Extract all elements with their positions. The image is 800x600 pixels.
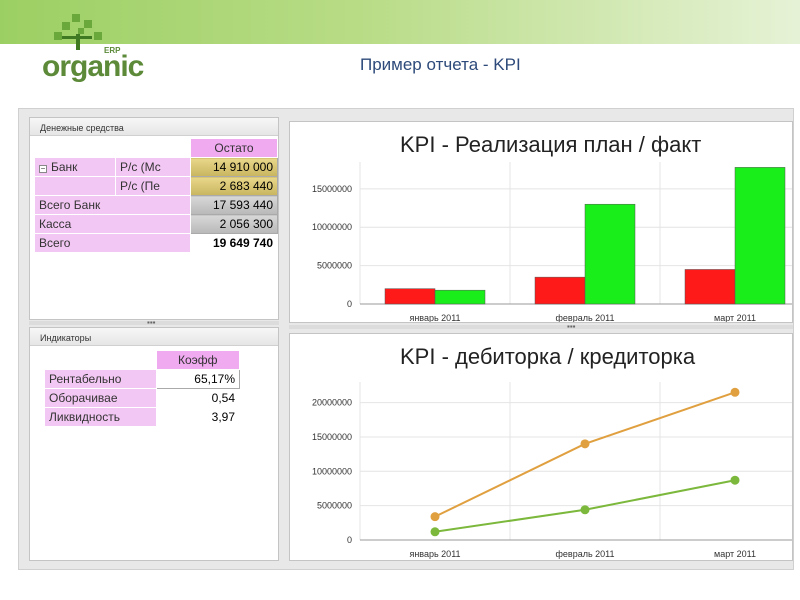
bar bbox=[734, 167, 786, 305]
column-header[interactable]: Коэфф bbox=[155, 350, 241, 370]
bar bbox=[684, 269, 736, 305]
row-label bbox=[34, 176, 116, 196]
table-row[interactable]: Р/с (Пе 2 683 440 bbox=[34, 176, 279, 196]
y-tick-label: 0 bbox=[347, 299, 352, 309]
data-point bbox=[580, 505, 590, 515]
bar bbox=[534, 276, 586, 305]
y-tick-label: 10000000 bbox=[312, 222, 352, 232]
sales-chart-panel: KPI - Реализация план / факт 0 5000000 100… bbox=[289, 121, 793, 323]
dashboard-workspace: Денежные средства Остато − Банк Р/с (Мс 1… bbox=[18, 108, 794, 570]
y-tick-label: 10000000 bbox=[312, 466, 352, 476]
row-sublabel: Р/с (Мс bbox=[115, 157, 191, 177]
y-tick-label: 20000000 bbox=[312, 398, 352, 408]
data-point bbox=[430, 527, 440, 537]
indicators-table: Коэфф Рентабельно 65,17% Оборачивае 0,54… bbox=[44, 350, 241, 427]
table-header-row: Остато bbox=[34, 138, 279, 158]
indicators-panel: Индикаторы Коэфф Рентабельно 65,17% Обор… bbox=[29, 327, 279, 561]
sales-chart: 0 5000000 10000000 15000000 январь 2011 февра… bbox=[312, 162, 792, 322]
y-tick-label: 15000000 bbox=[312, 432, 352, 442]
row-value: 2 683 440 bbox=[189, 176, 279, 196]
page-title: Пример отчета - KPI bbox=[360, 55, 521, 74]
table-row[interactable]: Оборачивае 0,54 bbox=[44, 388, 241, 408]
x-tick-label: февраль 2011 bbox=[556, 313, 615, 322]
tree-icon bbox=[54, 14, 102, 50]
y-tick-label: 5000000 bbox=[317, 261, 352, 271]
splitter-grip-left[interactable]: ▪▪▪ bbox=[147, 319, 156, 327]
table-row[interactable]: Касса 2 056 300 bbox=[34, 214, 279, 234]
y-tick-label: 5000000 bbox=[317, 501, 352, 511]
series-line bbox=[434, 391, 736, 518]
y-tick-label: 0 bbox=[347, 535, 352, 545]
table-header-row: Коэфф bbox=[44, 350, 241, 370]
row-value: 14 910 000 bbox=[189, 157, 279, 177]
data-point bbox=[730, 475, 740, 485]
logo-text: organic bbox=[42, 50, 144, 83]
cash-panel-title: Денежные средства bbox=[30, 118, 278, 136]
collapse-icon[interactable]: − bbox=[39, 165, 47, 173]
bar bbox=[384, 288, 436, 305]
x-tick-label: март 2011 bbox=[714, 549, 756, 559]
bar bbox=[584, 203, 636, 305]
row-value: 0,54 bbox=[155, 388, 241, 408]
x-tick-label: февраль 2011 bbox=[556, 549, 615, 559]
table-row[interactable]: − Банк Р/с (Мс 14 910 000 bbox=[34, 157, 279, 177]
splitter-grip-right[interactable]: ▪▪▪ bbox=[567, 323, 576, 331]
x-tick-label: январь 2011 bbox=[409, 549, 460, 559]
y-tick-label: 15000000 bbox=[312, 184, 352, 194]
table-row[interactable]: Рентабельно 65,17% bbox=[44, 369, 241, 389]
table-row[interactable]: Всего 19 649 740 bbox=[34, 233, 279, 253]
row-label: Касса bbox=[34, 214, 191, 234]
bar bbox=[434, 289, 486, 305]
table-row[interactable]: Ликвидность 3,97 bbox=[44, 407, 241, 427]
row-value: 65,17% bbox=[155, 369, 241, 389]
row-value: 17 593 440 bbox=[189, 195, 279, 215]
row-label: Ликвидность bbox=[44, 407, 157, 427]
debt-chart: 0 5000000 10000000 15000000 20000000 январь 2… bbox=[312, 382, 792, 559]
data-point bbox=[430, 512, 440, 522]
row-sublabel: Р/с (Пе bbox=[115, 176, 191, 196]
logo: ERP organic bbox=[22, 6, 172, 86]
splitter-right[interactable] bbox=[289, 325, 793, 329]
row-value: 3,97 bbox=[155, 407, 241, 427]
x-tick-label: март 2011 bbox=[714, 313, 756, 322]
app-header: ERP organic Пример отчета - KPI bbox=[0, 0, 800, 100]
debt-chart-panel: KPI - дебиторка / кредиторка 0 5000000 100… bbox=[289, 333, 793, 561]
row-label: Всего Банк bbox=[34, 195, 191, 215]
row-label: Рентабельно bbox=[44, 369, 157, 389]
column-header[interactable]: Остато bbox=[189, 138, 279, 158]
row-value: 19 649 740 bbox=[189, 233, 279, 253]
row-label: Всего bbox=[34, 233, 191, 253]
row-value: 2 056 300 bbox=[189, 214, 279, 234]
data-point bbox=[580, 439, 590, 449]
data-point bbox=[730, 387, 740, 397]
row-label: Оборачивае bbox=[44, 388, 157, 408]
x-tick-label: январь 2011 bbox=[409, 313, 460, 322]
indicators-panel-title: Индикаторы bbox=[30, 328, 278, 346]
cash-panel: Денежные средства Остато − Банк Р/с (Мс 1… bbox=[29, 117, 279, 320]
cash-table: Остато − Банк Р/с (Мс 14 910 000 Р/с (Пе … bbox=[34, 138, 279, 253]
row-label[interactable]: − Банк bbox=[34, 157, 116, 177]
table-row[interactable]: Всего Банк 17 593 440 bbox=[34, 195, 279, 215]
